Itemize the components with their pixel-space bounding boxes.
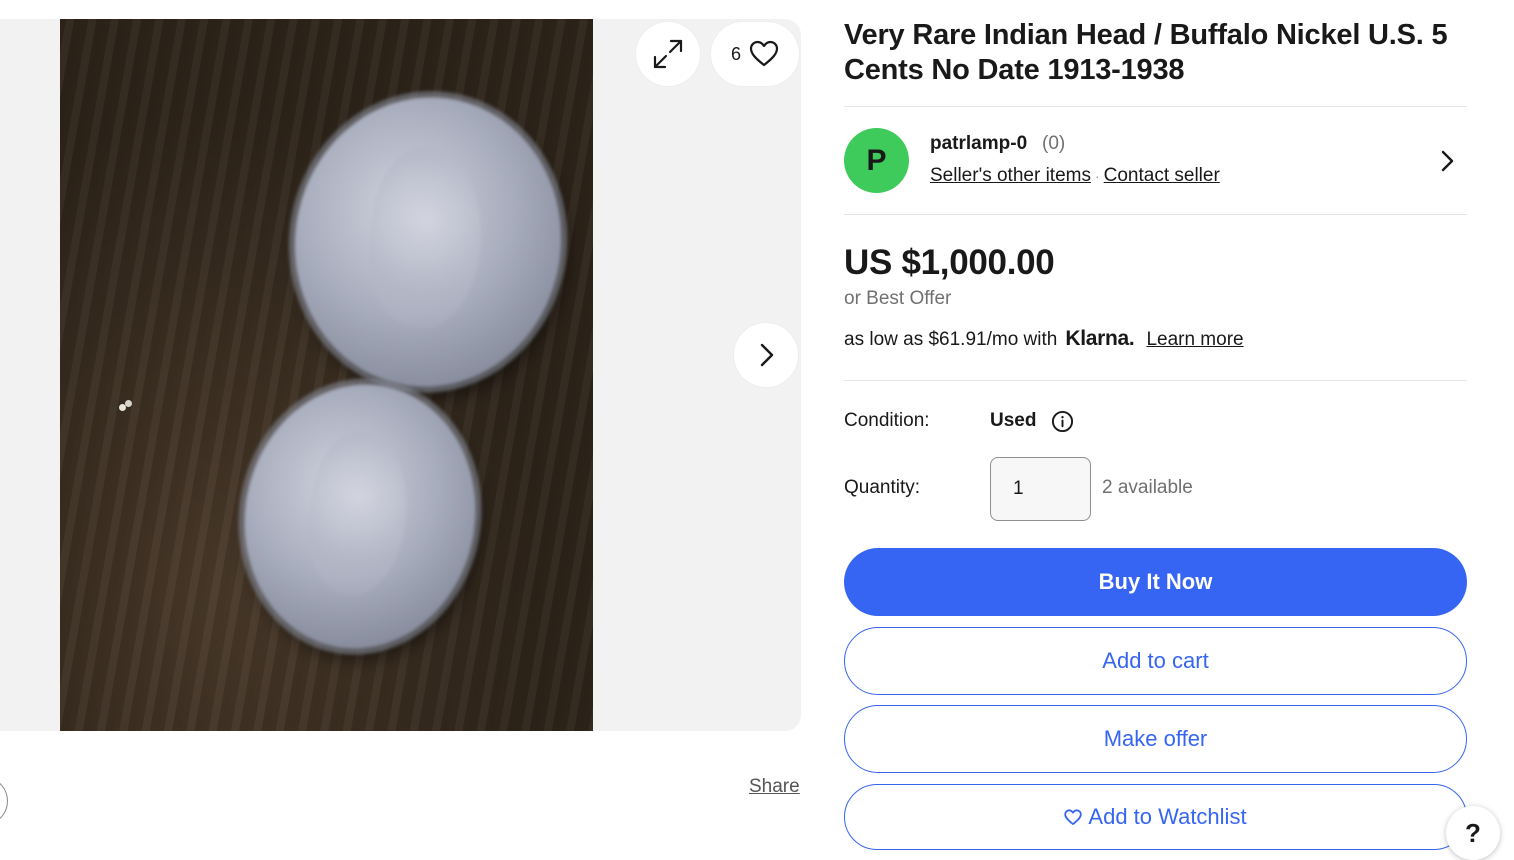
- make-offer-button[interactable]: Make offer: [844, 705, 1467, 773]
- share-link[interactable]: Share: [749, 776, 800, 798]
- available-count: 2 available: [1102, 477, 1193, 498]
- learn-more-link[interactable]: Learn more: [1146, 329, 1243, 351]
- seller-other-items-link[interactable]: Seller's other items: [930, 165, 1091, 186]
- seller-links: Seller's other items · Contact seller: [930, 165, 1220, 187]
- divider: [844, 380, 1467, 381]
- gallery-thumbnail-control[interactable]: [0, 779, 8, 823]
- divider: [844, 106, 1467, 107]
- watch-count-button[interactable]: 6: [711, 22, 799, 86]
- heart-icon: [1064, 808, 1083, 825]
- image-gallery: [0, 19, 801, 731]
- expand-icon: [653, 39, 683, 69]
- divider: [844, 214, 1467, 215]
- price: US $1,000.00: [844, 243, 1055, 282]
- chevron-right-icon[interactable]: [1433, 147, 1461, 175]
- link-separator: ·: [1094, 168, 1100, 184]
- add-to-cart-button[interactable]: Add to cart: [844, 627, 1467, 695]
- quantity-input[interactable]: [990, 457, 1091, 521]
- add-to-watchlist-label: Add to Watchlist: [1088, 804, 1247, 829]
- seller-avatar[interactable]: P: [844, 128, 909, 193]
- best-offer-text: or Best Offer: [844, 288, 952, 309]
- condition-label: Condition:: [844, 410, 930, 431]
- klarna-text: as low as $61.91/mo with: [844, 329, 1058, 350]
- chevron-right-icon: [760, 343, 774, 367]
- klarna-financing: as low as $61.91/mo with Klarna. Learn m…: [844, 327, 1244, 351]
- add-to-watchlist-button[interactable]: Add to Watchlist: [844, 784, 1467, 850]
- expand-image-button[interactable]: [636, 22, 700, 86]
- heart-icon: [749, 40, 779, 67]
- seller-feedback-score: (0): [1042, 133, 1066, 154]
- help-button[interactable]: ?: [1446, 806, 1500, 860]
- info-icon[interactable]: [1051, 410, 1074, 433]
- main-product-image[interactable]: [60, 19, 593, 731]
- watch-count: 6: [730, 43, 741, 64]
- seller-name[interactable]: patrlamp-0: [930, 133, 1027, 155]
- next-image-button[interactable]: [734, 323, 798, 387]
- listing-title: Very Rare Indian Head / Buffalo Nickel U…: [844, 19, 1448, 86]
- contact-seller-link[interactable]: Contact seller: [1104, 165, 1220, 186]
- image-speck: [119, 404, 126, 411]
- coin-image-1: [276, 79, 580, 405]
- quantity-label: Quantity:: [844, 477, 921, 498]
- klarna-logo: Klarna.: [1065, 327, 1135, 350]
- condition-value: Used: [990, 410, 1037, 431]
- coin-image-2: [223, 366, 497, 667]
- buy-it-now-button[interactable]: Buy It Now: [844, 548, 1467, 616]
